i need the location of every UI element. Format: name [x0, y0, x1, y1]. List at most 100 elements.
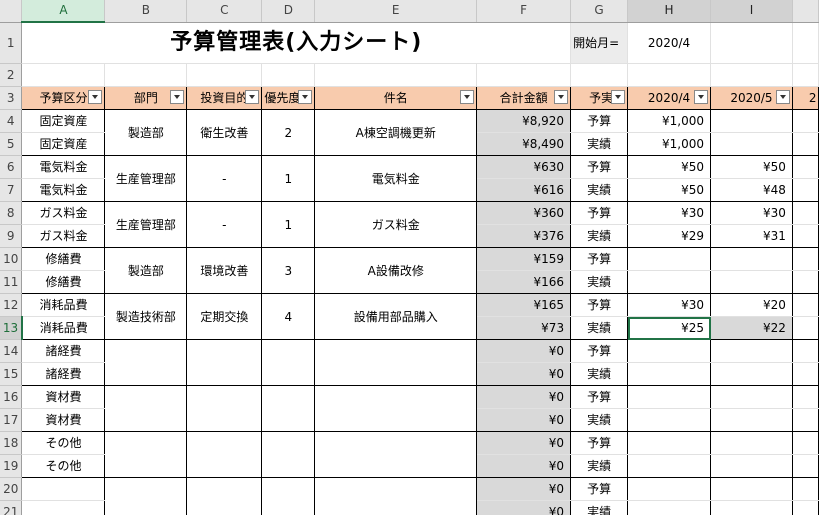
row-header[interactable]: 18	[0, 431, 23, 455]
month-3-cell[interactable]	[792, 247, 819, 271]
priority-cell[interactable]: 3	[261, 247, 316, 294]
category-cell[interactable]: その他	[21, 454, 106, 478]
month-3-cell[interactable]	[792, 201, 819, 225]
item-cell[interactable]: ガス料金	[314, 201, 478, 248]
month-2-cell[interactable]: ¥50	[710, 155, 793, 179]
month-3-cell[interactable]	[792, 362, 819, 386]
month-1-cell[interactable]	[627, 270, 711, 294]
month-1-cell[interactable]: ¥1,000	[627, 109, 711, 133]
dept-cell[interactable]: 生産管理部	[104, 155, 188, 202]
total-cell[interactable]: ¥166	[476, 270, 572, 294]
month-3-cell[interactable]	[792, 339, 819, 363]
spreadsheet[interactable]: A B C D E F G H I 1 予算管理表(入力シート) 開始月= 20…	[0, 0, 819, 515]
dept-cell[interactable]	[104, 339, 188, 386]
category-cell[interactable]: 消耗品費	[21, 316, 106, 340]
cell-g2[interactable]	[570, 63, 629, 87]
type-cell[interactable]: 予算	[570, 339, 629, 363]
type-cell[interactable]: 実績	[570, 270, 629, 294]
month-2-cell[interactable]: ¥20	[710, 293, 793, 317]
month-2-cell[interactable]	[710, 362, 793, 386]
dept-cell[interactable]: 製造部	[104, 109, 188, 156]
month-1-cell[interactable]	[627, 477, 711, 501]
column-header-c[interactable]: C	[186, 0, 263, 23]
total-cell[interactable]: ¥0	[476, 500, 572, 515]
category-cell[interactable]: ガス料金	[21, 224, 106, 248]
column-header-i[interactable]: I	[710, 0, 793, 23]
month-2-cell[interactable]: ¥31	[710, 224, 793, 248]
priority-cell[interactable]	[261, 431, 316, 478]
month-3-cell[interactable]	[792, 500, 819, 515]
dept-cell[interactable]	[104, 477, 188, 515]
month-1-cell[interactable]	[627, 339, 711, 363]
purpose-cell[interactable]	[186, 385, 263, 432]
month-2-cell[interactable]	[710, 431, 793, 455]
row-header[interactable]: 4	[0, 109, 23, 133]
purpose-cell[interactable]: 衛生改善	[186, 109, 263, 156]
dept-cell[interactable]: 生産管理部	[104, 201, 188, 248]
cell-e2[interactable]	[314, 63, 478, 87]
header-month-3[interactable]: 2	[791, 86, 819, 110]
priority-cell[interactable]	[261, 477, 316, 515]
month-3-cell[interactable]	[792, 224, 819, 248]
priority-cell[interactable]: 4	[261, 293, 316, 340]
month-2-cell[interactable]	[710, 454, 793, 478]
sheet-grid[interactable]: A B C D E F G H I 1 予算管理表(入力シート) 開始月= 20…	[0, 0, 819, 515]
category-cell[interactable]	[21, 477, 106, 501]
total-cell[interactable]: ¥159	[476, 247, 572, 271]
priority-cell[interactable]	[261, 385, 316, 432]
total-cell[interactable]: ¥8,920	[476, 109, 572, 133]
month-1-cell[interactable]	[627, 500, 711, 515]
item-cell[interactable]	[314, 431, 478, 478]
item-cell[interactable]: 電気料金	[314, 155, 478, 202]
month-2-cell[interactable]: ¥30	[710, 201, 793, 225]
category-cell[interactable]: ガス料金	[21, 201, 106, 225]
row-header[interactable]: 7	[0, 178, 23, 202]
cell-d2[interactable]	[261, 63, 316, 87]
month-2-cell[interactable]: ¥22	[710, 316, 793, 340]
category-cell[interactable]: 電気料金	[21, 178, 106, 202]
filter-dropdown-icon[interactable]	[460, 90, 475, 104]
total-cell[interactable]: ¥0	[476, 362, 572, 386]
dept-cell[interactable]	[104, 431, 188, 478]
header-type[interactable]: 予実	[570, 86, 629, 110]
header-category[interactable]: 予算区分	[21, 86, 106, 110]
month-3-cell[interactable]	[792, 477, 819, 501]
filter-dropdown-icon[interactable]	[245, 90, 260, 104]
header-priority[interactable]: 優先度	[261, 86, 316, 110]
month-1-cell[interactable]: ¥50	[627, 155, 711, 179]
month-3-cell[interactable]	[792, 178, 819, 202]
row-header[interactable]: 5	[0, 132, 23, 156]
category-cell[interactable]: 資材費	[21, 385, 106, 409]
filter-dropdown-icon[interactable]	[775, 90, 790, 104]
type-cell[interactable]: 予算	[570, 247, 629, 271]
month-2-cell[interactable]	[710, 247, 793, 271]
category-cell[interactable]: 修繕費	[21, 270, 106, 294]
category-cell[interactable]: 電気料金	[21, 155, 106, 179]
month-1-cell[interactable]	[627, 408, 711, 432]
row-header-1[interactable]: 1	[0, 22, 23, 64]
start-month-label[interactable]: 開始月=	[570, 22, 629, 64]
column-header-a[interactable]: A	[21, 0, 106, 23]
category-cell[interactable]: 資材費	[21, 408, 106, 432]
cell-b2[interactable]	[104, 63, 188, 87]
row-header[interactable]: 15	[0, 362, 23, 386]
filter-dropdown-icon[interactable]	[298, 90, 313, 104]
total-cell[interactable]: ¥0	[476, 408, 572, 432]
type-cell[interactable]: 予算	[570, 431, 629, 455]
type-cell[interactable]: 予算	[570, 155, 629, 179]
category-cell[interactable]: 固定資産	[21, 109, 106, 133]
type-cell[interactable]: 予算	[570, 293, 629, 317]
type-cell[interactable]: 実績	[570, 316, 629, 340]
row-header[interactable]: 8	[0, 201, 23, 225]
month-3-cell[interactable]	[792, 385, 819, 409]
total-cell[interactable]: ¥73	[476, 316, 572, 340]
total-cell[interactable]: ¥165	[476, 293, 572, 317]
filter-dropdown-icon[interactable]	[611, 90, 626, 104]
month-2-cell[interactable]	[710, 408, 793, 432]
month-3-cell[interactable]	[792, 132, 819, 156]
purpose-cell[interactable]: -	[186, 201, 263, 248]
column-header-d[interactable]: D	[261, 0, 316, 23]
row-header[interactable]: 16	[0, 385, 23, 409]
priority-cell[interactable]: 2	[261, 109, 316, 156]
priority-cell[interactable]: 1	[261, 201, 316, 248]
